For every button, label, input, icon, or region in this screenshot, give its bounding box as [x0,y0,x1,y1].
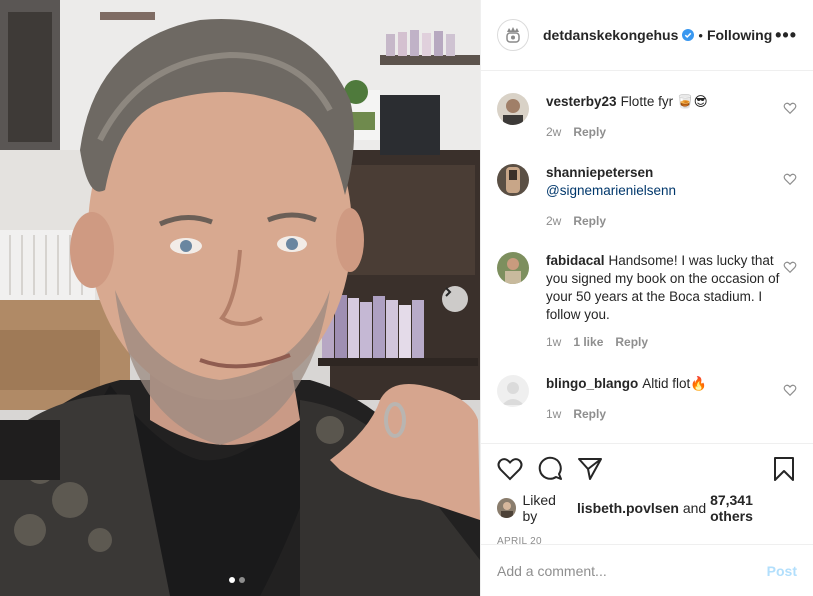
likes-summary: Liked by lisbeth.povlsen and 87,341 othe… [497,492,797,524]
comment-time[interactable]: 1w [546,405,561,423]
carousel-dot-active [229,577,235,583]
comment-meta: 2w Reply [546,212,797,230]
add-comment-bar: Post [481,544,813,596]
comment-icon [538,456,562,480]
comment-meta: 2w Reply [546,123,797,141]
carousel-dots [229,577,245,583]
liked-by-prefix: Liked by [522,492,556,524]
reply-button[interactable]: Reply [573,405,606,423]
share-button[interactable] [577,456,603,482]
next-arrow-icon [445,287,452,297]
carousel-dot [239,577,245,583]
comment-body: vesterby23 Flotte fyr 🥃😎 2w Reply [546,93,797,141]
reply-button[interactable]: Reply [615,333,648,351]
photo-illustration [0,0,480,596]
comment-time[interactable]: 1w [546,333,561,351]
comment-meta: 1w 1 like Reply [546,333,797,351]
commenter-avatar[interactable] [497,252,529,284]
commenter-avatar[interactable] [497,375,529,407]
heart-icon [497,458,523,481]
post-actions: Liked by lisbeth.povlsen and 87,341 othe… [481,443,813,547]
liker-avatar[interactable] [497,498,517,518]
reply-button[interactable]: Reply [573,123,606,141]
action-icons [497,456,797,482]
heart-icon[interactable] [783,383,797,397]
comment-time[interactable]: 2w [546,212,561,230]
save-button[interactable] [771,456,797,482]
post-sidebar: detdanskekongehus • Following ••• vester… [480,0,813,596]
comment-body: fabidacal Handsome! I was lucky that you … [546,252,797,351]
comment-text: Flotte fyr 🥃😎 [620,94,708,109]
comment-button[interactable] [537,456,563,482]
comment: vesterby23 Flotte fyr 🥃😎 2w Reply [497,93,797,141]
comment-body: blingo_blango Altid flot🔥 1w Reply [546,375,797,423]
comment: fabidacal Handsome! I was lucky that you … [497,252,797,351]
carousel-next-button[interactable] [442,286,468,312]
comment-username[interactable]: blingo_blango [546,376,638,391]
comments-list[interactable]: vesterby23 Flotte fyr 🥃😎 2w Reply shannie… [481,71,813,444]
reply-button[interactable]: Reply [573,212,606,230]
following-button[interactable]: Following [707,27,772,43]
account-avatar[interactable] [497,19,529,51]
account-username[interactable]: detdanskekongehus [543,27,678,43]
heart-icon[interactable] [783,101,797,115]
commenter-avatar[interactable] [497,164,529,196]
comment: shanniepetersen @signemarienielsenn 2w R… [497,164,797,230]
comment-text: Altid flot🔥 [642,376,708,391]
comment-likes[interactable]: 1 like [573,333,603,351]
post-photo[interactable] [0,0,480,596]
commenter-avatar[interactable] [497,93,529,125]
comment-username[interactable]: shanniepetersen [546,164,793,182]
verified-icon [682,29,695,41]
comment-meta: 1w Reply [546,405,797,423]
instagram-post: detdanskekongehus • Following ••• vester… [0,0,813,596]
bookmark-icon [774,457,794,481]
heart-icon[interactable] [783,260,797,274]
post-comment-button[interactable]: Post [767,563,797,579]
header-separator: • [698,27,703,43]
comment-time[interactable]: 2w [546,123,561,141]
comment-username[interactable]: fabidacal [546,253,605,268]
post-header: detdanskekongehus • Following ••• [481,0,813,71]
heart-icon[interactable] [783,172,797,186]
comment-body: shanniepetersen @signemarienielsenn 2w R… [546,164,797,230]
likes-count[interactable]: 87,341 others [710,492,797,524]
more-icon[interactable]: ••• [775,25,797,46]
comment: blingo_blango Altid flot🔥 1w Reply [497,375,797,423]
comment-mention[interactable]: @signemarienielsenn [546,182,797,200]
share-icon [578,458,602,480]
comment-input[interactable] [497,562,767,579]
crown-logo-icon [506,27,520,43]
comment-username[interactable]: vesterby23 [546,94,617,109]
liked-by-and: and [682,500,707,516]
liked-by-user[interactable]: lisbeth.povlsen [577,500,679,516]
like-button[interactable] [497,456,523,482]
